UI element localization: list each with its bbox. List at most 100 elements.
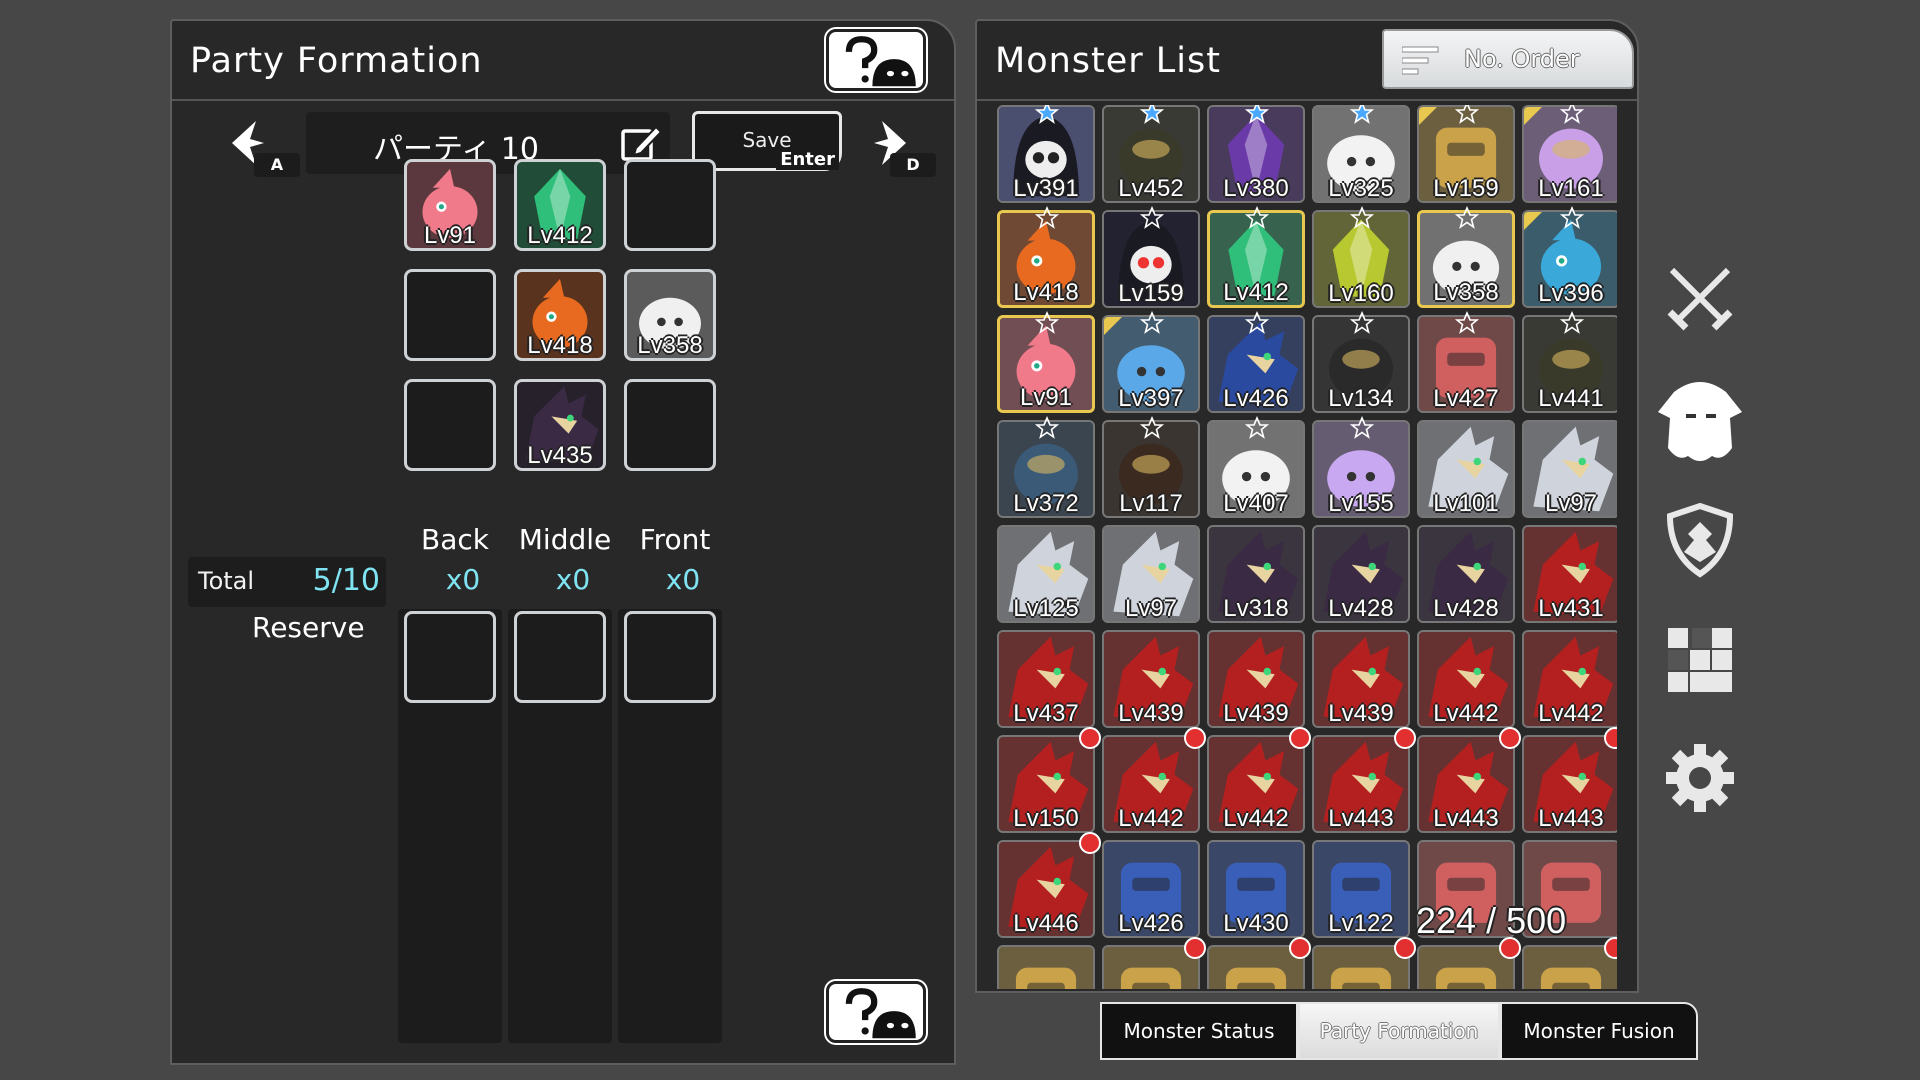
reserve-slot-back[interactable] xyxy=(404,611,496,703)
monster-card[interactable] xyxy=(1522,945,1617,989)
star-icon xyxy=(1560,311,1584,334)
monster-level: Lv155 xyxy=(1328,490,1394,517)
edit-icon[interactable] xyxy=(620,122,662,164)
star-icon xyxy=(1035,206,1059,229)
monster-level: Lv391 xyxy=(1013,175,1079,202)
gear-icon[interactable] xyxy=(1660,738,1740,818)
total-value: 5/10 xyxy=(312,563,380,598)
help-button-top[interactable] xyxy=(826,29,926,91)
monster-card[interactable]: Lv97 xyxy=(1102,525,1200,623)
monster-card[interactable]: Lv442 xyxy=(1417,630,1515,728)
formation-slot-filled[interactable]: Lv91 xyxy=(404,159,496,251)
monster-card[interactable]: Lv442 xyxy=(1102,735,1200,833)
reserve-slot-middle[interactable] xyxy=(514,611,606,703)
monster-card[interactable]: Lv439 xyxy=(1102,630,1200,728)
monster-level: Lv430 xyxy=(1223,910,1289,937)
monster-card[interactable]: Lv442 xyxy=(1522,630,1617,728)
monster-card[interactable]: Lv442 xyxy=(1207,735,1305,833)
monster-level: Lv358 xyxy=(1433,279,1499,306)
monster-card[interactable]: Lv443 xyxy=(1312,735,1410,833)
monster-card[interactable]: Lv122 xyxy=(1312,840,1410,938)
formation-slot-filled[interactable]: Lv358 xyxy=(624,269,716,361)
total-box: Total 5/10 xyxy=(188,557,386,607)
gold-golem-monster-icon xyxy=(1419,947,1513,989)
monster-card[interactable]: Lv428 xyxy=(1417,525,1515,623)
key-hint-d: D xyxy=(890,153,936,177)
monster-card[interactable]: Lv443 xyxy=(1417,735,1515,833)
column-label-back: Back xyxy=(421,523,489,556)
monster-level: Lv431 xyxy=(1538,595,1604,622)
help-ghost-icon xyxy=(845,988,916,1039)
monster-level: Lv325 xyxy=(1328,175,1394,202)
gold-golem-monster-icon xyxy=(1314,947,1408,989)
monster-level: Lv441 xyxy=(1538,385,1604,412)
monster-card[interactable]: Lv426 xyxy=(1102,840,1200,938)
monster-level: Lv452 xyxy=(1118,175,1184,202)
gold-golem-monster-icon xyxy=(1524,947,1617,989)
key-hint-enter: Enter xyxy=(776,149,839,170)
column-label-middle: Middle xyxy=(518,523,612,556)
star-icon xyxy=(1140,105,1164,124)
monster-level: Lv117 xyxy=(1119,490,1183,517)
monster-level: Lv443 xyxy=(1538,805,1604,832)
monster-level: Lv397 xyxy=(1118,385,1184,412)
monster-level: Lv159 xyxy=(1118,280,1184,307)
crossed-swords-icon[interactable] xyxy=(1660,258,1740,338)
shield-crest-icon[interactable] xyxy=(1660,500,1740,580)
new-badge xyxy=(1289,727,1311,749)
monster-level: Lv446 xyxy=(1013,910,1079,937)
monster-level: Lv439 xyxy=(1223,700,1289,727)
monster-card[interactable]: Lv430 xyxy=(1207,840,1305,938)
formation-slot-filled[interactable]: Lv435 xyxy=(514,379,606,471)
help-button-bottom[interactable] xyxy=(826,981,926,1043)
star-icon xyxy=(1560,206,1584,229)
monster-card[interactable]: Lv125 xyxy=(997,525,1095,623)
monster-level: Lv442 xyxy=(1433,700,1499,727)
star-icon xyxy=(1035,311,1059,334)
formation-slot-empty[interactable] xyxy=(404,269,496,361)
monster-card[interactable]: Lv97 xyxy=(1522,420,1617,518)
star-icon xyxy=(1245,206,1269,229)
formation-slot-empty[interactable] xyxy=(404,379,496,471)
monster-card[interactable]: Lv101 xyxy=(1417,420,1515,518)
monster-level: Lv439 xyxy=(1328,700,1394,727)
formation-slot-filled[interactable]: Lv418 xyxy=(514,269,606,361)
formation-slot-empty[interactable] xyxy=(624,379,716,471)
monster-level: Lv97 xyxy=(1544,490,1598,517)
sort-order-button[interactable]: No. Order xyxy=(1382,29,1634,89)
monster-card[interactable] xyxy=(997,945,1095,989)
monster-level: Lv91 xyxy=(423,222,477,249)
new-badge xyxy=(1079,727,1101,749)
monster-card[interactable]: Lv437 xyxy=(997,630,1095,728)
tab-monster-status[interactable]: Monster Status xyxy=(1100,1002,1298,1060)
monster-level: Lv122 xyxy=(1328,910,1394,937)
star-icon xyxy=(1245,416,1269,439)
gold-corner-mark xyxy=(1104,317,1122,335)
monster-grid: Lv391 Lv452 Lv380 Lv325 Lv159 Lv161 Lv41… xyxy=(997,105,1617,989)
monster-level: Lv428 xyxy=(1328,595,1394,622)
star-icon xyxy=(1455,206,1479,229)
monster-card[interactable]: Lv439 xyxy=(1312,630,1410,728)
monster-card[interactable]: Lv431 xyxy=(1522,525,1617,623)
reserve-slot-front[interactable] xyxy=(624,611,716,703)
tab-party-formation[interactable]: Party Formation xyxy=(1298,1002,1500,1060)
formation-slot-empty[interactable] xyxy=(624,159,716,251)
map-grid-icon[interactable] xyxy=(1660,620,1740,700)
monster-card[interactable]: Lv443 xyxy=(1522,735,1617,833)
monster-card[interactable]: Lv428 xyxy=(1312,525,1410,623)
tab-monster-fusion[interactable]: Monster Fusion xyxy=(1500,1002,1698,1060)
monster-count: 224 / 500 xyxy=(1416,900,1567,941)
monster-card[interactable]: Lv318 xyxy=(1207,525,1305,623)
monster-level: Lv443 xyxy=(1328,805,1394,832)
monster-card[interactable]: Lv446 xyxy=(997,840,1095,938)
monster-level: Lv161 xyxy=(1538,175,1604,202)
sort-label: No. Order xyxy=(1464,45,1580,73)
formation-slot-filled[interactable]: Lv412 xyxy=(514,159,606,251)
monster-card[interactable]: Lv439 xyxy=(1207,630,1305,728)
new-badge xyxy=(1499,727,1521,749)
monster-ghost-icon[interactable] xyxy=(1652,372,1748,468)
monster-level: Lv426 xyxy=(1223,385,1289,412)
monster-card[interactable]: Lv150 xyxy=(997,735,1095,833)
star-icon xyxy=(1560,105,1584,124)
star-icon xyxy=(1245,311,1269,334)
